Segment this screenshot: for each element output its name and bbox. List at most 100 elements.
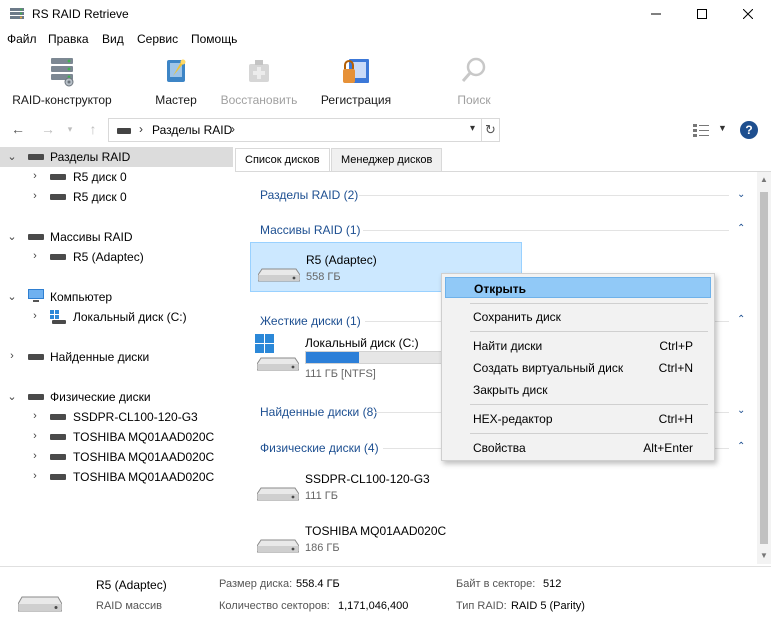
disk-size: 558 ГБ — [306, 271, 341, 283]
history-dropdown-icon[interactable]: ▾ — [62, 121, 78, 137]
tree-item-physical-disk[interactable]: › TOSHIBA MQ01AAD020C — [0, 467, 233, 487]
drive-icon — [50, 174, 66, 180]
menu-item-close-disk[interactable]: Закрыть диск — [445, 379, 711, 400]
close-button[interactable] — [725, 0, 771, 28]
section-physical-disks[interactable]: Физические диски (4) — [260, 441, 379, 455]
up-icon[interactable]: ↑ — [85, 121, 101, 137]
refresh-icon[interactable]: ↻ — [482, 118, 500, 142]
status-disk-type: RAID массив — [96, 600, 163, 612]
wizard-label: Мастер — [155, 93, 197, 107]
tree-label: Физические диски — [50, 390, 151, 404]
tree-item-physical-disks[interactable]: ⌄ Физические диски — [0, 387, 233, 407]
chevron-down-icon[interactable]: ⌄ — [737, 405, 745, 416]
expand-icon[interactable]: › — [29, 170, 41, 182]
tree-item-computer[interactable]: ⌄ Компьютер — [0, 287, 233, 307]
collapse-icon[interactable]: ⌄ — [6, 290, 18, 303]
help-icon[interactable]: ? — [740, 121, 758, 139]
address-bar[interactable]: › Разделы RAID › ▾ — [108, 118, 482, 142]
menu-help[interactable]: Помощь — [191, 32, 237, 46]
menu-item-open[interactable]: Открыть — [445, 277, 711, 298]
tree-item-raid-partitions[interactable]: ⌄ Разделы RAID — [0, 147, 233, 167]
status-raid-type-value: RAID 5 (Parity) — [511, 600, 585, 612]
scrollbar-thumb[interactable] — [760, 192, 768, 544]
tree-item-r5-disk[interactable]: › R5 диск 0 — [0, 187, 233, 207]
tab-disk-list[interactable]: Список дисков — [235, 148, 330, 172]
tree-item-physical-disk[interactable]: › TOSHIBA MQ01AAD020C — [0, 427, 233, 447]
expand-icon[interactable]: › — [29, 250, 41, 262]
section-raid-partitions[interactable]: Разделы RAID (2) — [260, 188, 358, 202]
search-button[interactable]: Поиск — [452, 54, 496, 108]
tree-item-found-disks[interactable]: › Найденные диски — [0, 347, 233, 367]
collapse-icon[interactable]: ⌄ — [6, 150, 18, 163]
tree-item-r5-disk[interactable]: › R5 диск 0 — [0, 167, 233, 187]
restore-button[interactable]: Восстановить — [218, 54, 300, 108]
expand-icon[interactable]: › — [29, 470, 41, 482]
menu-service[interactable]: Сервис — [137, 32, 178, 46]
scroll-up-icon[interactable]: ▲ — [760, 175, 768, 184]
navigation-bar: ← → ▾ ↑ › Разделы RAID › ▾ ↻ ▼ ? — [0, 115, 771, 145]
expand-icon[interactable]: › — [29, 410, 41, 422]
menu-item-label: Создать виртуальный диск — [473, 361, 624, 375]
menu-item-label: Свойства — [473, 441, 526, 455]
breadcrumb-separator-icon[interactable]: › — [231, 122, 235, 136]
wizard-icon — [167, 59, 186, 82]
menu-item-hex-editor[interactable]: HEX-редактор Ctrl+H — [445, 408, 711, 429]
disk-item-toshiba[interactable]: TOSHIBA MQ01AAD020C 186 ГБ — [250, 514, 522, 564]
menu-edit[interactable]: Правка — [48, 32, 89, 46]
expand-icon[interactable]: › — [29, 450, 41, 462]
tree-item-local-disk[interactable]: › Локальный диск (C:) — [0, 307, 233, 327]
menu-separator — [470, 404, 708, 405]
expand-icon[interactable]: › — [6, 350, 18, 362]
vertical-scrollbar[interactable]: ▲ ▼ — [757, 172, 771, 564]
menu-item-save-disk[interactable]: Сохранить диск — [445, 306, 711, 327]
tree-item-raid-arrays[interactable]: ⌄ Массивы RAID — [0, 227, 233, 247]
expand-icon[interactable]: › — [29, 190, 41, 202]
drive-icon — [50, 414, 66, 420]
back-icon[interactable]: ← — [10, 121, 26, 137]
drive-icon — [50, 474, 66, 480]
status-size-label: Размер диска: — [219, 578, 293, 590]
view-mode-dropdown-icon[interactable]: ▼ — [718, 123, 727, 133]
tree-item-physical-disk[interactable]: › SSDPR-CL100-120-G3 — [0, 407, 233, 427]
address-dropdown-icon[interactable]: ▾ — [470, 123, 475, 134]
registration-button[interactable]: Регистрация — [318, 54, 394, 108]
maximize-button[interactable] — [679, 0, 725, 28]
menu-file[interactable]: Файл — [7, 32, 37, 46]
chevron-up-icon[interactable]: ⌃ — [737, 441, 745, 452]
registration-label: Регистрация — [320, 93, 392, 107]
disk-name: R5 (Adaptec) — [306, 253, 377, 267]
tree-label: TOSHIBA MQ01AAD020C — [73, 430, 215, 444]
view-mode-icon[interactable] — [693, 123, 709, 137]
collapse-icon[interactable]: ⌄ — [6, 390, 18, 403]
tree-item-physical-disk[interactable]: › TOSHIBA MQ01AAD020C — [0, 447, 233, 467]
menu-item-find-disks[interactable]: Найти диски Ctrl+P — [445, 335, 711, 356]
breadcrumb-separator-icon: › — [139, 122, 143, 136]
section-found-disks[interactable]: Найденные диски (8) — [260, 405, 377, 419]
chevron-down-icon[interactable]: ⌄ — [737, 189, 745, 200]
chevron-up-icon[interactable]: ⌃ — [737, 223, 745, 234]
tab-disk-manager[interactable]: Менеджер дисков — [331, 148, 443, 172]
raid-builder-button[interactable]: RAID-конструктор — [10, 54, 114, 108]
collapse-icon[interactable]: ⌄ — [6, 230, 18, 243]
scroll-down-icon[interactable]: ▼ — [760, 551, 768, 560]
expand-icon[interactable]: › — [29, 310, 41, 322]
section-hard-disks[interactable]: Жесткие диски (1) — [260, 314, 361, 328]
chevron-up-icon[interactable]: ⌃ — [737, 314, 745, 325]
disk-size: 111 ГБ [NTFS] — [305, 368, 376, 380]
menu-item-create-virtual-disk[interactable]: Создать виртуальный диск Ctrl+N — [445, 357, 711, 378]
minimize-button[interactable] — [633, 0, 679, 28]
hard-drive-icon — [257, 357, 299, 371]
expand-icon[interactable]: › — [29, 430, 41, 442]
forward-icon[interactable]: → — [40, 121, 56, 137]
wizard-button[interactable]: Мастер — [152, 54, 200, 108]
menu-item-properties[interactable]: Свойства Alt+Enter — [445, 437, 711, 458]
menu-view[interactable]: Вид — [102, 32, 124, 46]
menu-item-label: Сохранить диск — [473, 310, 561, 324]
section-raid-arrays[interactable]: Массивы RAID (1) — [260, 223, 361, 237]
hard-drive-icon — [257, 539, 299, 553]
tab-bar: Список дисков Менеджер дисков — [235, 148, 771, 172]
breadcrumb-item[interactable]: Разделы RAID — [152, 123, 232, 137]
tree-item-r5-adaptec[interactable]: › R5 (Adaptec) — [0, 247, 233, 267]
section-divider — [363, 230, 729, 231]
disk-item-ssd[interactable]: SSDPR-CL100-120-G3 111 ГБ — [250, 462, 522, 512]
